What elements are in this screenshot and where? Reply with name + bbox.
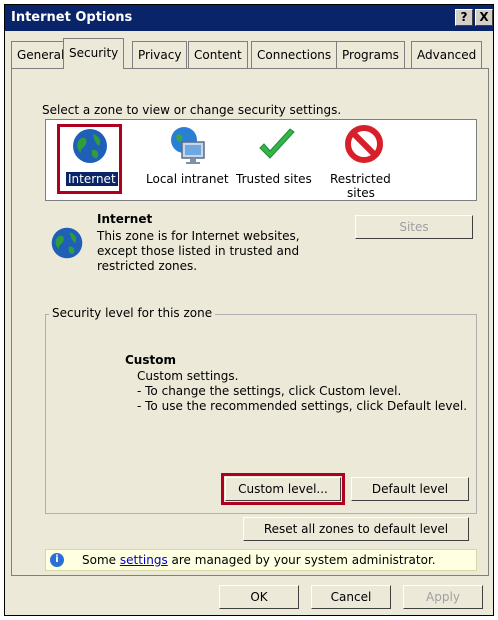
zone-restricted-sites[interactable]: Restricted sites — [324, 120, 404, 200]
sites-button[interactable]: Sites — [355, 215, 473, 239]
title-bar: Internet Options ? X — [5, 5, 493, 31]
apply-button[interactable]: Apply — [403, 585, 483, 609]
tab-content[interactable]: Content — [188, 41, 248, 68]
internet-options-dialog: Internet Options ? X General Security Pr… — [4, 4, 494, 616]
zone-heading: Internet — [97, 212, 153, 226]
admin-notice-suffix: are managed by your system administrator… — [167, 553, 436, 567]
info-icon: i — [50, 553, 64, 567]
tab-security[interactable]: Security — [63, 38, 125, 69]
zone-internet[interactable]: Internet — [46, 120, 134, 200]
zone-restricted-sites-label-line2: sites — [347, 186, 375, 200]
ok-button[interactable]: OK — [219, 585, 299, 609]
admin-notice-text: Some settings are managed by your system… — [82, 553, 436, 567]
close-button[interactable]: X — [475, 9, 493, 26]
help-button[interactable]: ? — [455, 9, 473, 26]
default-level-button[interactable]: Default level — [351, 477, 469, 501]
zone-description-line: restricted zones. — [97, 259, 198, 273]
zone-description-line: This zone is for Internet websites, — [97, 229, 300, 243]
tab-advanced[interactable]: Advanced — [411, 41, 483, 68]
tab-general[interactable]: General — [11, 41, 71, 68]
zone-description: This zone is for Internet websites, exce… — [97, 229, 327, 274]
zone-list: Internet Local intranet Trusted sites Re… — [45, 119, 477, 201]
restricted-icon — [345, 125, 383, 163]
settings-link[interactable]: settings — [120, 553, 168, 567]
custom-level-button[interactable]: Custom level... — [221, 473, 345, 505]
reset-all-zones-button[interactable]: Reset all zones to default level — [243, 517, 469, 541]
security-level-description: Custom settings. - To change the setting… — [137, 369, 467, 414]
globe-icon — [73, 129, 107, 163]
local-intranet-icon — [171, 127, 205, 164]
security-level-group-title: Security level for this zone — [49, 306, 216, 320]
zone-local-intranet[interactable]: Local intranet — [142, 120, 232, 200]
zone-restricted-sites-label-line1: Restricted — [330, 172, 391, 186]
admin-notice-prefix: Some — [82, 553, 120, 567]
internet-zone-info-icon — [51, 227, 83, 259]
checkmark-icon — [259, 128, 295, 159]
zone-local-intranet-label: Local intranet — [146, 172, 229, 186]
zone-prompt-text: Select a zone to view or change security… — [42, 103, 342, 117]
zone-description-line: except those listed in trusted and — [97, 244, 300, 258]
cancel-button[interactable]: Cancel — [311, 585, 391, 609]
tab-connections[interactable]: Connections — [251, 41, 338, 68]
security-level-description-line: Custom settings. — [137, 369, 239, 383]
zone-trusted-sites[interactable]: Trusted sites — [236, 120, 316, 200]
security-level-description-line: - To change the settings, click Custom l… — [137, 384, 402, 398]
admin-notice-bar: i Some settings are managed by your syst… — [45, 549, 477, 571]
tab-privacy[interactable]: Privacy — [132, 41, 188, 68]
zone-trusted-sites-label: Trusted sites — [236, 172, 312, 186]
window-title: Internet Options — [11, 10, 133, 25]
security-level-name: Custom — [125, 353, 176, 367]
security-level-description-line: - To use the recommended settings, click… — [137, 399, 468, 413]
zone-internet-label: Internet — [66, 172, 118, 186]
tab-programs[interactable]: Programs — [336, 41, 405, 68]
